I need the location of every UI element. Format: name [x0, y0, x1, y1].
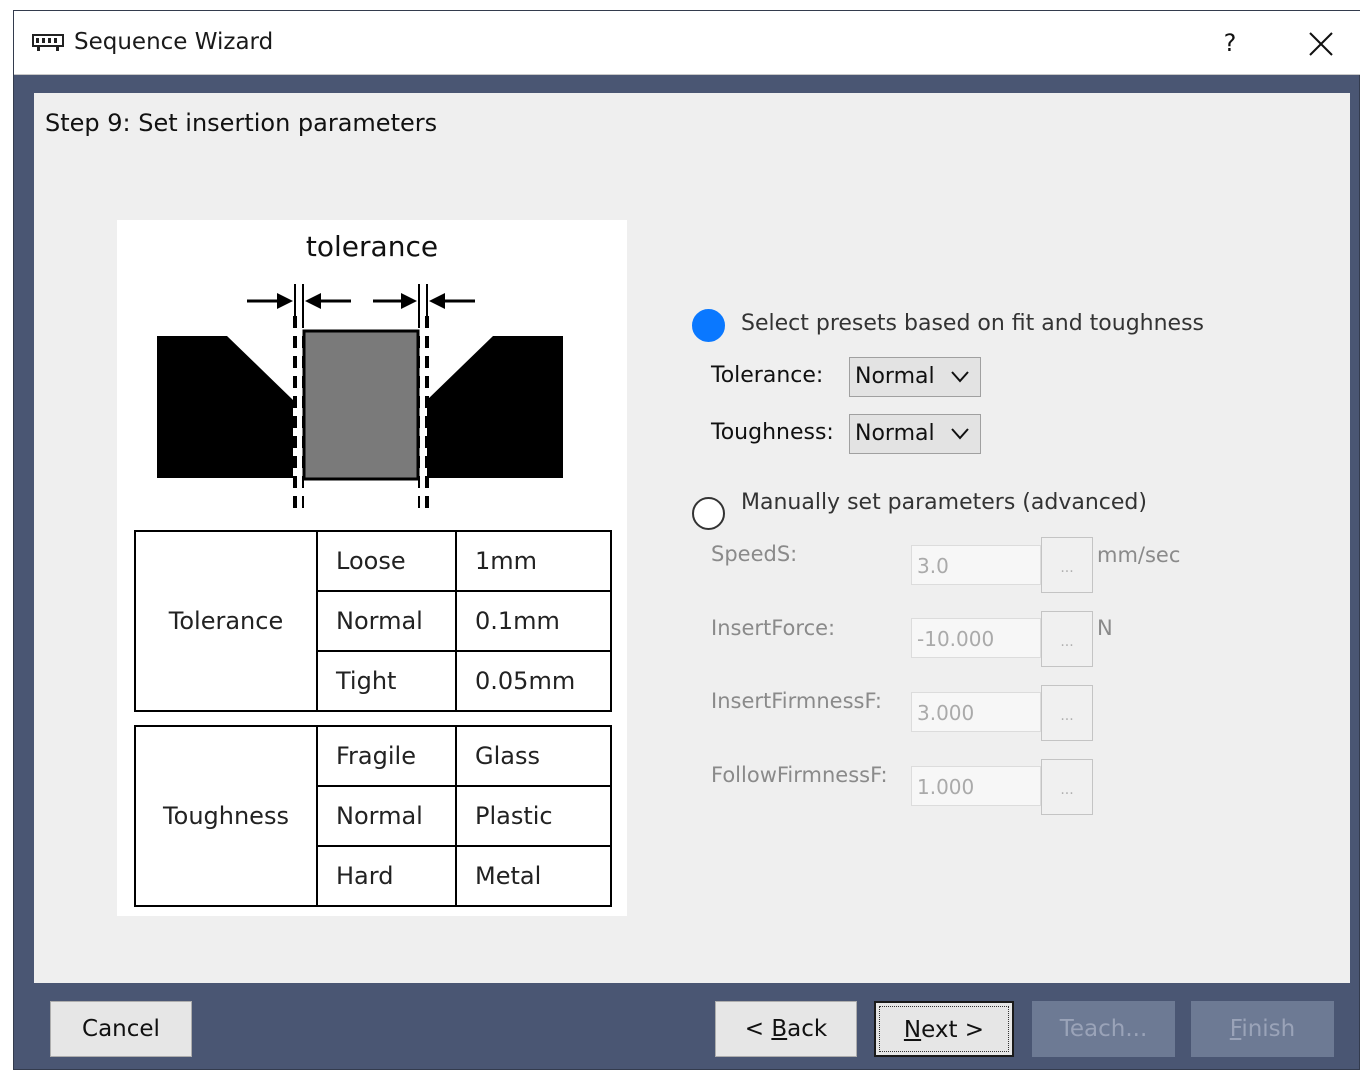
insertfirmnessf-browse-button[interactable]: ...	[1041, 685, 1093, 741]
toughness-select-value: Normal	[855, 421, 935, 446]
back-button-accesskey: B	[771, 1016, 788, 1042]
chevron-down-icon	[951, 371, 969, 383]
back-button[interactable]: < Back	[715, 1001, 857, 1057]
table-cell: Hard	[316, 845, 457, 907]
table-cell: Fragile	[316, 725, 457, 787]
insertforce-label: InsertForce:	[711, 616, 836, 640]
manual-radio[interactable]	[692, 497, 725, 530]
finish-button-label: inish	[1241, 1016, 1296, 1042]
table-cell: Loose	[316, 530, 457, 592]
cancel-button[interactable]: Cancel	[50, 1001, 192, 1057]
insertfirmnessf-input[interactable]: 3.000	[911, 692, 1041, 732]
insertforce-input[interactable]: -10.000	[911, 618, 1041, 658]
insertion-illustration: tolerance Tolerance Loose 1mm Normal 0.1…	[117, 220, 627, 916]
table-cell: Glass	[455, 725, 612, 787]
sequence-wizard-dialog: Sequence Wizard ? Step 9: Set insertion …	[13, 10, 1360, 1070]
table-cell: 0.1mm	[455, 590, 612, 652]
close-icon	[1309, 32, 1333, 56]
peg-hole-diagram	[157, 284, 563, 516]
insertforce-unit: N	[1097, 616, 1113, 640]
tolerance-select[interactable]: Normal	[849, 357, 981, 397]
next-button[interactable]: Next >	[874, 1001, 1014, 1057]
title-bar: Sequence Wizard ?	[14, 11, 1360, 75]
speeds-input[interactable]: 3.0	[911, 545, 1041, 585]
table-cell: 1mm	[455, 530, 612, 592]
speeds-browse-button[interactable]: ...	[1041, 537, 1093, 593]
finish-button[interactable]: Finish	[1191, 1001, 1334, 1057]
close-button[interactable]	[1302, 27, 1338, 63]
toughness-table: Toughness Fragile Glass Normal Plastic H…	[134, 725, 612, 907]
step-title: Step 9: Set insertion parameters	[45, 109, 438, 137]
table-cell: Normal	[316, 590, 457, 652]
followfirmnessf-browse-button[interactable]: ...	[1041, 759, 1093, 815]
finish-button-accesskey: F	[1229, 1016, 1242, 1042]
toughness-table-header: Toughness	[134, 725, 318, 907]
table-cell: Plastic	[455, 785, 612, 847]
table-cell: 0.05mm	[455, 650, 612, 712]
table-cell: Metal	[455, 845, 612, 907]
followfirmnessf-input[interactable]: 1.000	[911, 766, 1041, 806]
presets-radio[interactable]	[692, 309, 725, 342]
window-title: Sequence Wizard	[74, 29, 274, 55]
tolerance-select-value: Normal	[855, 364, 935, 389]
insertfirmnessf-label: InsertFirmnessF:	[711, 689, 882, 713]
followfirmnessf-label: FollowFirmnessF:	[711, 763, 888, 787]
chevron-down-icon	[951, 428, 969, 440]
wizard-app-icon	[32, 33, 64, 57]
manual-radio-label[interactable]: Manually set parameters (advanced)	[741, 490, 1147, 515]
table-cell: Normal	[316, 785, 457, 847]
focus-rectangle	[879, 1006, 1009, 1052]
tolerance-table-header: Tolerance	[134, 530, 318, 712]
speeds-unit: mm/sec	[1097, 543, 1181, 567]
tolerance-field-label: Tolerance:	[711, 363, 824, 388]
back-button-label: ack	[787, 1016, 828, 1042]
tolerance-table: Tolerance Loose 1mm Normal 0.1mm Tight 0…	[134, 530, 612, 712]
speeds-label: SpeedS:	[711, 542, 798, 566]
teach-button[interactable]: Teach...	[1032, 1001, 1175, 1057]
table-cell: Tight	[316, 650, 457, 712]
insertforce-browse-button[interactable]: ...	[1041, 611, 1093, 667]
presets-radio-label[interactable]: Select presets based on fit and toughnes…	[741, 311, 1204, 336]
back-button-prefix: <	[744, 1016, 772, 1042]
toughness-select[interactable]: Normal	[849, 414, 981, 454]
toughness-field-label: Toughness:	[711, 420, 834, 445]
wizard-content-panel: Step 9: Set insertion parameters toleran…	[34, 93, 1350, 983]
help-button[interactable]: ?	[1210, 21, 1250, 65]
